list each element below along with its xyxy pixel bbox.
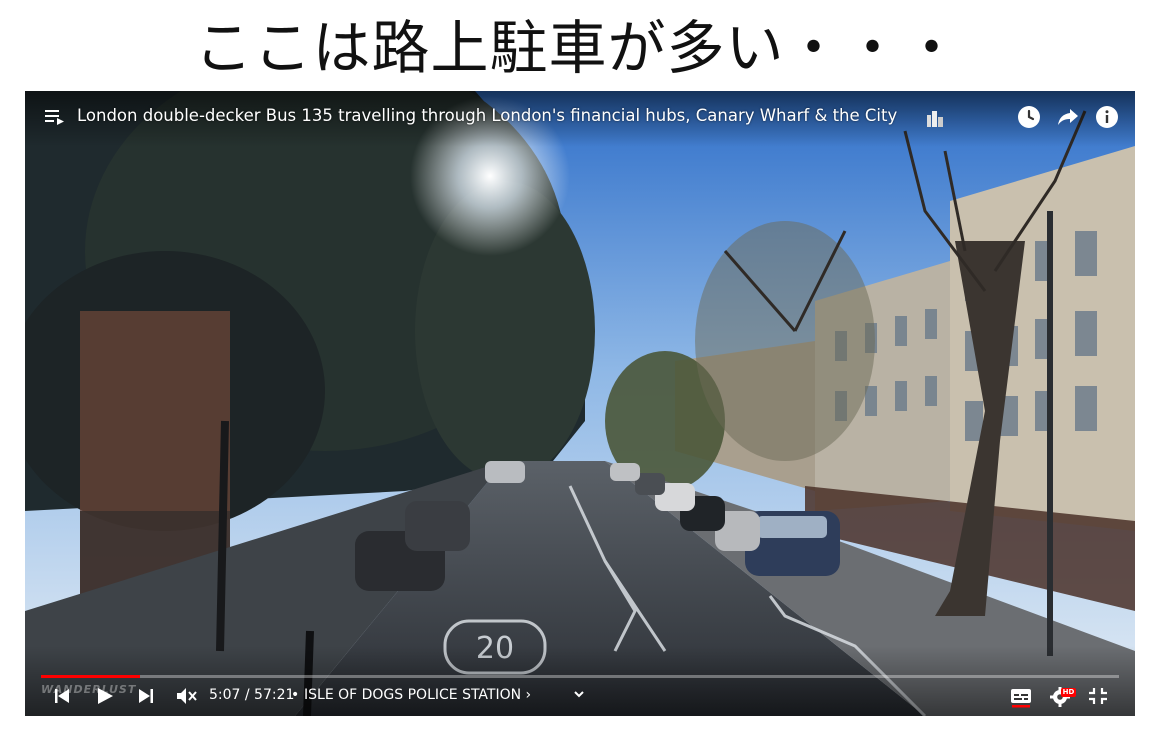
video-player[interactable]: 20 [25, 91, 1135, 716]
video-frame: 20 [25, 91, 1135, 716]
exit-fullscreen-icon[interactable] [1087, 684, 1109, 708]
image-caption: ここは路上駐車が多い・・・ [194, 14, 962, 82]
share-icon[interactable] [1056, 105, 1080, 129]
time-display: 5:07 / 57:21 [209, 687, 295, 703]
skip-next-icon[interactable] [137, 684, 155, 708]
subtitles-icon[interactable] [1010, 684, 1032, 708]
clock-icon[interactable] [1017, 105, 1041, 129]
progress-bar[interactable] [41, 675, 1119, 678]
skip-previous-icon[interactable] [53, 684, 71, 708]
video-title[interactable]: London double-decker Bus 135 travelling … [77, 106, 897, 125]
play-icon[interactable] [95, 684, 115, 708]
chapter-title[interactable]: ISLE OF DOGS POLICE STATION › [304, 687, 531, 703]
hd-badge: HD [1061, 688, 1076, 697]
progress-played [41, 675, 141, 678]
info-icon[interactable] [1095, 105, 1119, 129]
chevron-down-icon[interactable] [571, 684, 587, 708]
playlist-icon[interactable] [45, 109, 65, 125]
separator-dot: • [291, 687, 300, 703]
city-emoji-icon [927, 111, 943, 127]
volume-muted-icon[interactable] [175, 684, 197, 708]
